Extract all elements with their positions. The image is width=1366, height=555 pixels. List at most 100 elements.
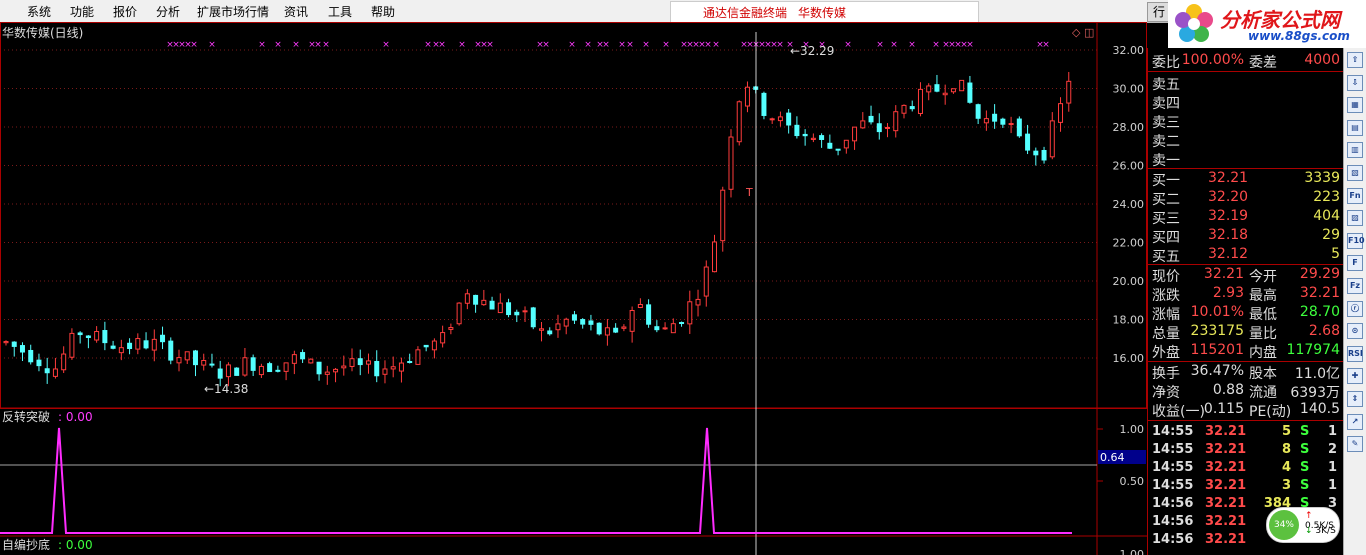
tick-time: 14:55 — [1152, 442, 1194, 457]
stat-value: 32.21 — [1203, 266, 1244, 282]
f10-icon[interactable]: F10 — [1347, 232, 1365, 249]
candle — [52, 357, 58, 379]
arrow-icon[interactable]: ↗ — [1347, 413, 1363, 430]
signal-x-mark: × — [322, 40, 330, 50]
scroll-up-icon[interactable]: ⇧ — [1347, 52, 1363, 68]
divider — [1148, 420, 1344, 421]
sell-level-row[interactable]: 卖四 — [1148, 93, 1344, 112]
r-icon[interactable]: ⓡ — [1347, 300, 1363, 317]
down-arrow-icon: ↓ — [1305, 526, 1313, 536]
tick-count: 1 — [1328, 478, 1338, 493]
divider — [1148, 361, 1344, 362]
sell-level-row[interactable]: 卖一 — [1148, 150, 1344, 169]
candle — [860, 112, 866, 129]
candle — [596, 322, 602, 336]
quote-stat-row: 总量 233175 量比 2.68 — [1148, 323, 1344, 342]
candle — [571, 310, 577, 324]
menu-tools[interactable]: 工具 — [328, 3, 352, 20]
candle — [926, 83, 932, 101]
candle — [61, 346, 67, 373]
menu-extended-market[interactable]: 扩展市场行情 — [197, 3, 269, 20]
signal-x-mark: × — [424, 40, 432, 50]
columns-icon[interactable]: ▥ — [1347, 142, 1363, 159]
sell-level-label: 卖二 — [1152, 134, 1180, 150]
candle — [341, 355, 347, 376]
updown-icon[interactable]: ⇕ — [1347, 391, 1363, 407]
up-arrow-icon: ↑ — [1305, 511, 1313, 521]
list-icon[interactable]: ▤ — [1347, 119, 1363, 136]
buy-level-row[interactable]: 买二 32.20 223 — [1148, 189, 1344, 208]
grid-icon[interactable]: ▦ — [1347, 97, 1363, 114]
menu-function[interactable]: 功能 — [70, 3, 94, 20]
tick-volume: 4 — [1281, 460, 1291, 475]
stat-value: 117974 — [1286, 342, 1340, 358]
tick-time: 14:56 — [1152, 514, 1194, 529]
f-icon[interactable]: F — [1347, 255, 1363, 272]
buy-price: 32.12 — [1208, 246, 1249, 262]
buy-level-row[interactable]: 买三 32.19 404 — [1148, 208, 1344, 227]
indicator1-name: 反转突破 — [2, 409, 50, 424]
fundamental-value: 0.88 — [1212, 382, 1244, 398]
candle — [835, 148, 841, 156]
fz-icon[interactable]: Fz — [1347, 278, 1363, 294]
fundamental-label: PE(动) — [1249, 404, 1292, 420]
cross-icon[interactable]: ✚ — [1347, 368, 1363, 385]
candle — [201, 353, 207, 371]
fn-icon[interactable]: Fn — [1347, 187, 1363, 204]
stat-label: 今开 — [1249, 269, 1277, 285]
divider — [1148, 264, 1344, 265]
signal-x-mark: × — [626, 40, 634, 50]
menu-analysis[interactable]: 分析 — [156, 3, 180, 20]
candle — [291, 350, 297, 375]
buy-level-row[interactable]: 买五 32.12 5 — [1148, 246, 1344, 265]
menu-info[interactable]: 资讯 — [284, 3, 308, 20]
price-axis-label: 20.00 — [1113, 275, 1145, 288]
candle — [110, 340, 116, 350]
candle — [983, 110, 989, 131]
tick-row: 14:55 32.21 5 S 1 — [1148, 424, 1344, 442]
target-icon[interactable]: ⊙ — [1347, 323, 1363, 340]
candle — [761, 91, 767, 120]
sell-level-row[interactable]: 卖五 — [1148, 74, 1344, 93]
menu-help[interactable]: 帮助 — [371, 3, 395, 20]
network-speed-meter[interactable]: 34% ↑ 0.5K/S ↓ 3K/S — [1266, 507, 1340, 543]
buy-volume: 3339 — [1304, 170, 1340, 186]
candle — [580, 318, 586, 329]
candle — [94, 326, 100, 343]
sell-level-row[interactable]: 卖三 — [1148, 112, 1344, 131]
scroll-down-icon[interactable]: ⇩ — [1347, 74, 1363, 91]
candle — [497, 293, 503, 314]
indicator1-value: : 0.00 — [58, 410, 93, 424]
candle — [176, 349, 182, 372]
sell-level-row[interactable]: 卖二 — [1148, 131, 1344, 150]
candle — [357, 349, 363, 376]
candle — [209, 353, 215, 368]
sell-level-label: 卖四 — [1152, 96, 1180, 112]
candle — [1041, 146, 1047, 164]
candle — [810, 133, 816, 143]
buy-price: 32.19 — [1208, 208, 1249, 224]
tick-side: S — [1300, 424, 1310, 439]
buy-level-row[interactable]: 买四 32.18 29 — [1148, 227, 1344, 246]
pencil-icon[interactable]: ✎ — [1347, 436, 1363, 453]
buy-level-label: 买四 — [1152, 230, 1180, 246]
candle — [407, 353, 413, 364]
kline-chart[interactable]: 32.00 30.00 28.00 26.00 24.00 22.00 20.00 18.00… — [0, 22, 1147, 555]
stat-value: 2.93 — [1212, 285, 1244, 301]
candle — [934, 74, 940, 93]
candle — [234, 367, 240, 376]
chart-icon[interactable]: ▨ — [1347, 210, 1363, 227]
rsi-icon[interactable]: RSI — [1347, 345, 1363, 362]
chart-corner-icons[interactable]: ◇ ◫ — [1072, 26, 1094, 39]
stock-name-title: 华数传媒 — [798, 6, 847, 20]
stat-label: 内盘 — [1249, 345, 1277, 361]
candle — [143, 332, 149, 350]
candle — [85, 335, 91, 349]
candle — [720, 186, 726, 252]
menu-system[interactable]: 系统 — [27, 3, 51, 20]
menu-quote[interactable]: 报价 — [113, 3, 137, 20]
cursor-value-box: 0.64 — [1098, 450, 1146, 464]
buy-level-row[interactable]: 买一 32.21 3339 — [1148, 170, 1344, 189]
fundamental-value: 11.0亿 — [1294, 366, 1340, 382]
bars-icon[interactable]: ▧ — [1347, 165, 1363, 181]
